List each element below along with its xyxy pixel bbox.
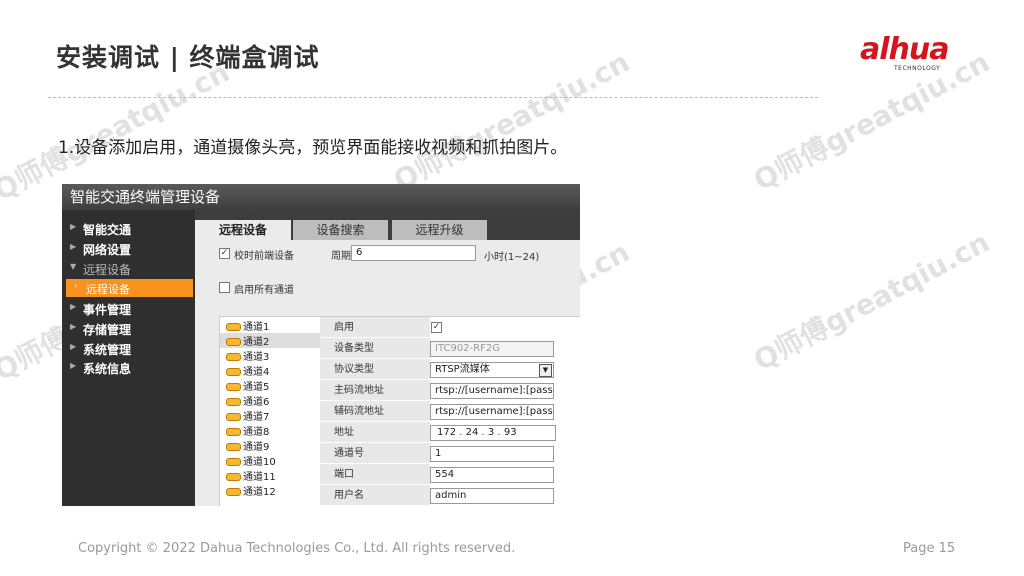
channel-item[interactable]: 通道11 bbox=[226, 468, 276, 483]
page-number: Page 15 bbox=[903, 541, 956, 556]
username-input[interactable]: admin bbox=[430, 488, 554, 504]
watermark: Q师傅greatqiu.cn bbox=[388, 45, 635, 198]
protocol-select[interactable]: RTSP流媒体 ▼ bbox=[430, 362, 554, 378]
chevron-right-icon: ▶ bbox=[70, 242, 77, 251]
sidebar-item-label: 智能交通 bbox=[83, 223, 132, 237]
camera-icon bbox=[226, 338, 241, 346]
camera-icon bbox=[226, 383, 241, 391]
sub-stream-input[interactable]: rtsp://[username]:[passwor bbox=[430, 404, 554, 420]
channel-item[interactable]: 通道4 bbox=[226, 363, 269, 378]
logo-tagline: TECHNOLOGY bbox=[894, 65, 941, 72]
chevron-right-icon: ▶ bbox=[70, 361, 77, 370]
camera-icon bbox=[226, 443, 241, 451]
channel-no-input[interactable]: 1 bbox=[430, 446, 554, 462]
enable-all-label: 启用所有通道 bbox=[234, 285, 294, 296]
channel-item[interactable]: 通道6 bbox=[226, 393, 269, 408]
channel-item[interactable]: 通道12 bbox=[226, 483, 276, 498]
slide-title: 安装调试 | 终端盒调试 bbox=[56, 43, 320, 72]
sidebar-item-system[interactable]: ▶ 系统管理 bbox=[62, 340, 195, 358]
app-title: 智能交通终端管理设备 bbox=[70, 188, 221, 206]
channel-no-label: 通道号 bbox=[320, 443, 430, 464]
tab-bar: 远程设备 设备搜索 远程升级 bbox=[195, 210, 580, 240]
logo-wordmark: alhua bbox=[860, 32, 949, 67]
chevron-right-icon: ▶ bbox=[70, 302, 77, 311]
sidebar-subitem-remote-device[interactable]: › 远程设备 bbox=[66, 279, 193, 297]
camera-icon bbox=[226, 353, 241, 361]
sidebar-item-label: 远程设备 bbox=[86, 283, 130, 296]
tab-device-search[interactable]: 设备搜索 bbox=[293, 220, 388, 240]
camera-icon bbox=[226, 323, 241, 331]
app-header: 智能交通终端管理设备 bbox=[62, 184, 580, 210]
protocol-label: 协议类型 bbox=[320, 359, 430, 380]
main-stream-input[interactable]: rtsp://[username]:[passwor bbox=[430, 383, 554, 399]
port-input[interactable]: 554 bbox=[430, 467, 554, 483]
channel-item[interactable]: 通道9 bbox=[226, 438, 269, 453]
sidebar-item-label: 系统管理 bbox=[83, 343, 132, 357]
enable-checkbox[interactable]: ✓ bbox=[431, 322, 442, 333]
period-unit: 小时(1~24) bbox=[484, 252, 540, 263]
channel-item[interactable]: 通道5 bbox=[226, 378, 269, 393]
chevron-right-icon: ▶ bbox=[70, 342, 77, 351]
sidebar-item-storage[interactable]: ▶ 存储管理 bbox=[62, 320, 195, 338]
sidebar-item-remote[interactable]: ▼ 远程设备 bbox=[62, 260, 195, 278]
chevron-down-icon: ▼ bbox=[70, 262, 77, 271]
period-input[interactable]: 6 bbox=[351, 245, 476, 261]
enable-label: 启用 bbox=[320, 317, 430, 338]
sidebar-item-network[interactable]: ▶ 网络设置 bbox=[62, 240, 195, 258]
sidebar-item-label: 网络设置 bbox=[83, 243, 132, 257]
dropdown-arrow-icon: ▼ bbox=[539, 364, 552, 377]
sidebar-item-label: 系统信息 bbox=[83, 362, 132, 376]
sync-label: 校时前端设备 bbox=[234, 251, 294, 262]
sidebar-item-label: 事件管理 bbox=[83, 303, 132, 317]
camera-icon bbox=[226, 458, 241, 466]
channel-item-selected[interactable]: 通道2 bbox=[220, 333, 321, 348]
sidebar-item-info[interactable]: ▶ 系统信息 bbox=[62, 359, 195, 377]
content-panel: ✓ 校时前端设备 周期 6 小时(1~24) 启用所有通道 通道1 通道2 通道… bbox=[195, 240, 580, 506]
channel-item[interactable]: 通道10 bbox=[226, 453, 276, 468]
title-divider bbox=[48, 97, 818, 98]
tab-remote-upgrade[interactable]: 远程升级 bbox=[392, 220, 487, 240]
camera-icon bbox=[226, 488, 241, 496]
footer-copyright: Copyright © 2022 Dahua Technologies Co.,… bbox=[78, 541, 516, 556]
tab-remote-device[interactable]: 远程设备 bbox=[195, 220, 291, 240]
watermark: Q师傅greatqiu.cn bbox=[748, 225, 995, 378]
sync-checkbox[interactable]: ✓ bbox=[219, 248, 230, 259]
channel-item[interactable]: 通道1 bbox=[226, 318, 269, 333]
dahua-logo: alhua TECHNOLOGY bbox=[860, 32, 980, 76]
sidebar-item-its[interactable]: ▶ 智能交通 bbox=[62, 220, 195, 238]
camera-icon bbox=[226, 428, 241, 436]
channel-list: 通道1 通道2 通道3 通道4 通道5 通道6 通道7 通道8 通道9 通道10… bbox=[219, 316, 322, 506]
sub-stream-label: 辅码流地址 bbox=[320, 401, 430, 422]
sidebar-item-events[interactable]: ▶ 事件管理 bbox=[62, 300, 195, 318]
camera-icon bbox=[226, 473, 241, 481]
sidebar-item-label: 存储管理 bbox=[83, 323, 132, 337]
main-stream-label: 主码流地址 bbox=[320, 380, 430, 401]
device-type-field: ITC902-RF2G bbox=[430, 341, 554, 357]
app-screenshot: 智能交通终端管理设备 ▶ 智能交通 ▶ 网络设置 ▼ 远程设备 › 远程设备 ▶ 事件管理… bbox=[62, 184, 580, 506]
camera-icon bbox=[226, 398, 241, 406]
channel-item[interactable]: 通道7 bbox=[226, 408, 269, 423]
port-label: 端口 bbox=[320, 464, 430, 485]
username-label: 用户名 bbox=[320, 485, 430, 506]
chevron-right-icon: › bbox=[74, 281, 78, 290]
enable-all-checkbox[interactable] bbox=[219, 282, 230, 293]
sidebar: ▶ 智能交通 ▶ 网络设置 ▼ 远程设备 › 远程设备 ▶ 事件管理 ▶ 存储管理 ▶ 系统管… bbox=[62, 210, 195, 506]
chevron-right-icon: ▶ bbox=[70, 222, 77, 231]
ip-address-input[interactable]: 172 . 24 . 3 . 93 bbox=[430, 425, 556, 441]
channel-settings-form: 启用 ✓ 设备类型 ITC902-RF2G 协议类型 RTSP流媒体 ▼ 主码流地… bbox=[320, 316, 580, 506]
device-type-label: 设备类型 bbox=[320, 338, 430, 359]
camera-icon bbox=[226, 413, 241, 421]
channel-item[interactable]: 通道8 bbox=[226, 423, 269, 438]
period-label: 周期 bbox=[331, 251, 351, 262]
sidebar-item-label: 远程设备 bbox=[83, 263, 132, 277]
address-label: 地址 bbox=[320, 422, 430, 443]
chevron-right-icon: ▶ bbox=[70, 322, 77, 331]
camera-icon bbox=[226, 368, 241, 376]
instruction-text: 1.设备添加启用，通道摄像头亮，预览界面能接收视频和抓拍图片。 bbox=[58, 138, 568, 158]
channel-item[interactable]: 通道3 bbox=[226, 348, 269, 363]
